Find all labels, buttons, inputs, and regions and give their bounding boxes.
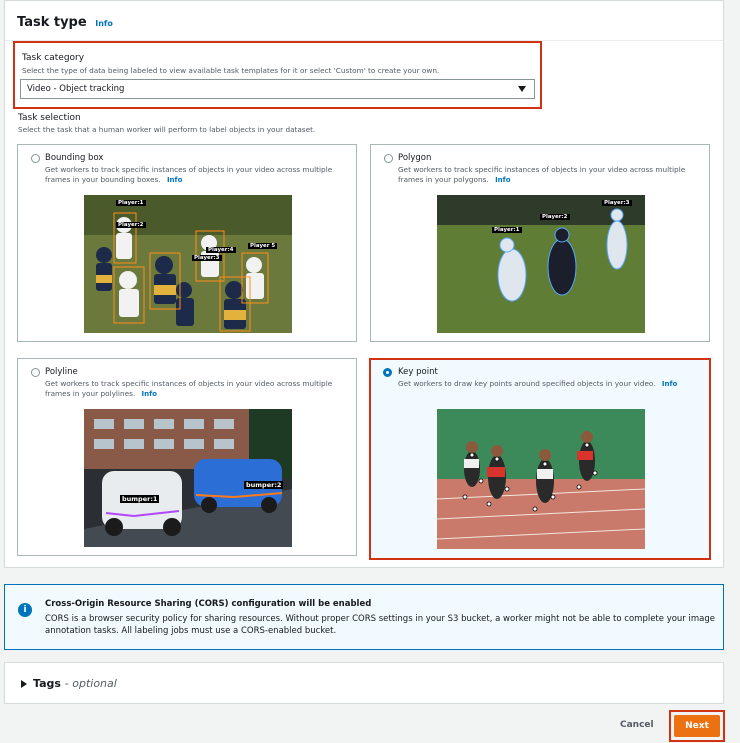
task-card-polygon[interactable]: Polygon Get workers to track specific in…	[370, 144, 710, 342]
next-button[interactable]: Next	[674, 715, 720, 737]
tags-title[interactable]: Tags - optional	[33, 677, 117, 690]
alert-body: CORS is a browser security policy for sh…	[45, 614, 715, 636]
task-card-key-point[interactable]: Key point Get workers to draw key points…	[369, 358, 711, 560]
card-title: Polygon	[398, 153, 432, 163]
annotation-tag: Player:1	[116, 200, 146, 206]
task-card-bounding-box[interactable]: Bounding box Get workers to track specif…	[17, 144, 357, 342]
card-title: Key point	[398, 367, 438, 377]
info-link[interactable]: Info	[167, 176, 182, 184]
radio-polygon[interactable]	[384, 154, 393, 163]
annotation-tag: Player:3	[192, 255, 222, 261]
tags-section[interactable]: Tags - optional	[4, 662, 724, 704]
annotation-tag: Player:1	[492, 227, 522, 233]
info-link[interactable]: Info	[142, 390, 157, 398]
next-button-highlight: Next	[669, 710, 725, 742]
info-link[interactable]: Info	[495, 176, 510, 184]
info-link[interactable]: Info	[95, 19, 113, 28]
annotation-tag: Player:2	[116, 222, 146, 228]
tags-optional-label: - optional	[64, 677, 117, 690]
radio-polyline[interactable]	[31, 368, 40, 377]
task-category-label: Task category	[22, 53, 85, 63]
annotation-tag: bumper:1	[120, 495, 160, 503]
panel-header: Task type Info	[5, 1, 723, 41]
task-selection-label: Task selection	[18, 113, 81, 123]
card-title: Bounding box	[45, 153, 104, 163]
annotation-tag: bumper:2	[244, 481, 284, 489]
annotation-tag: Player:2	[540, 214, 570, 220]
polyline-example-image: bumper:1 bumper:2	[84, 409, 292, 547]
task-category-select[interactable]: Video - Object tracking	[20, 79, 535, 99]
task-card-polyline[interactable]: Polyline Get workers to track specific i…	[17, 358, 357, 556]
annotation-tag: Player 5	[248, 243, 278, 249]
bounding-box-example-image: Player:1 Player:2 Player:3 Player:4 Play…	[84, 195, 292, 333]
card-description: Get workers to track specific instances …	[398, 165, 686, 184]
cancel-button[interactable]: Cancel	[620, 720, 654, 730]
annotation-tag: Player:4	[206, 247, 236, 253]
caret-right-icon[interactable]	[21, 680, 27, 688]
key-point-example-image	[437, 409, 645, 549]
task-selection-description: Select the task that a human worker will…	[18, 125, 316, 134]
task-category-description: Select the type of data being labeled to…	[22, 66, 440, 75]
tags-label: Tags	[33, 677, 61, 690]
card-description: Get workers to draw key points around sp…	[398, 379, 678, 388]
task-category-value: Video - Object tracking	[27, 84, 125, 94]
panel-title: Task type	[17, 15, 87, 30]
card-description: Get workers to track specific instances …	[45, 379, 333, 398]
info-link[interactable]: Info	[662, 380, 677, 388]
info-circle-icon: i	[18, 603, 32, 617]
caret-down-icon	[518, 86, 526, 92]
annotation-tag: Player:3	[602, 200, 632, 206]
task-type-panel: Task type Info Task category Select the …	[4, 0, 724, 568]
card-description: Get workers to track specific instances …	[45, 165, 333, 184]
radio-key-point[interactable]	[383, 368, 392, 377]
task-category-section: Task category Select the type of data be…	[13, 41, 542, 109]
cors-alert: i Cross-Origin Resource Sharing (CORS) c…	[4, 584, 724, 650]
radio-bounding-box[interactable]	[31, 154, 40, 163]
card-title: Polyline	[45, 367, 78, 377]
alert-title: Cross-Origin Resource Sharing (CORS) con…	[45, 599, 372, 609]
polygon-example-image: Player:1 Player:2 Player:3	[437, 195, 645, 333]
